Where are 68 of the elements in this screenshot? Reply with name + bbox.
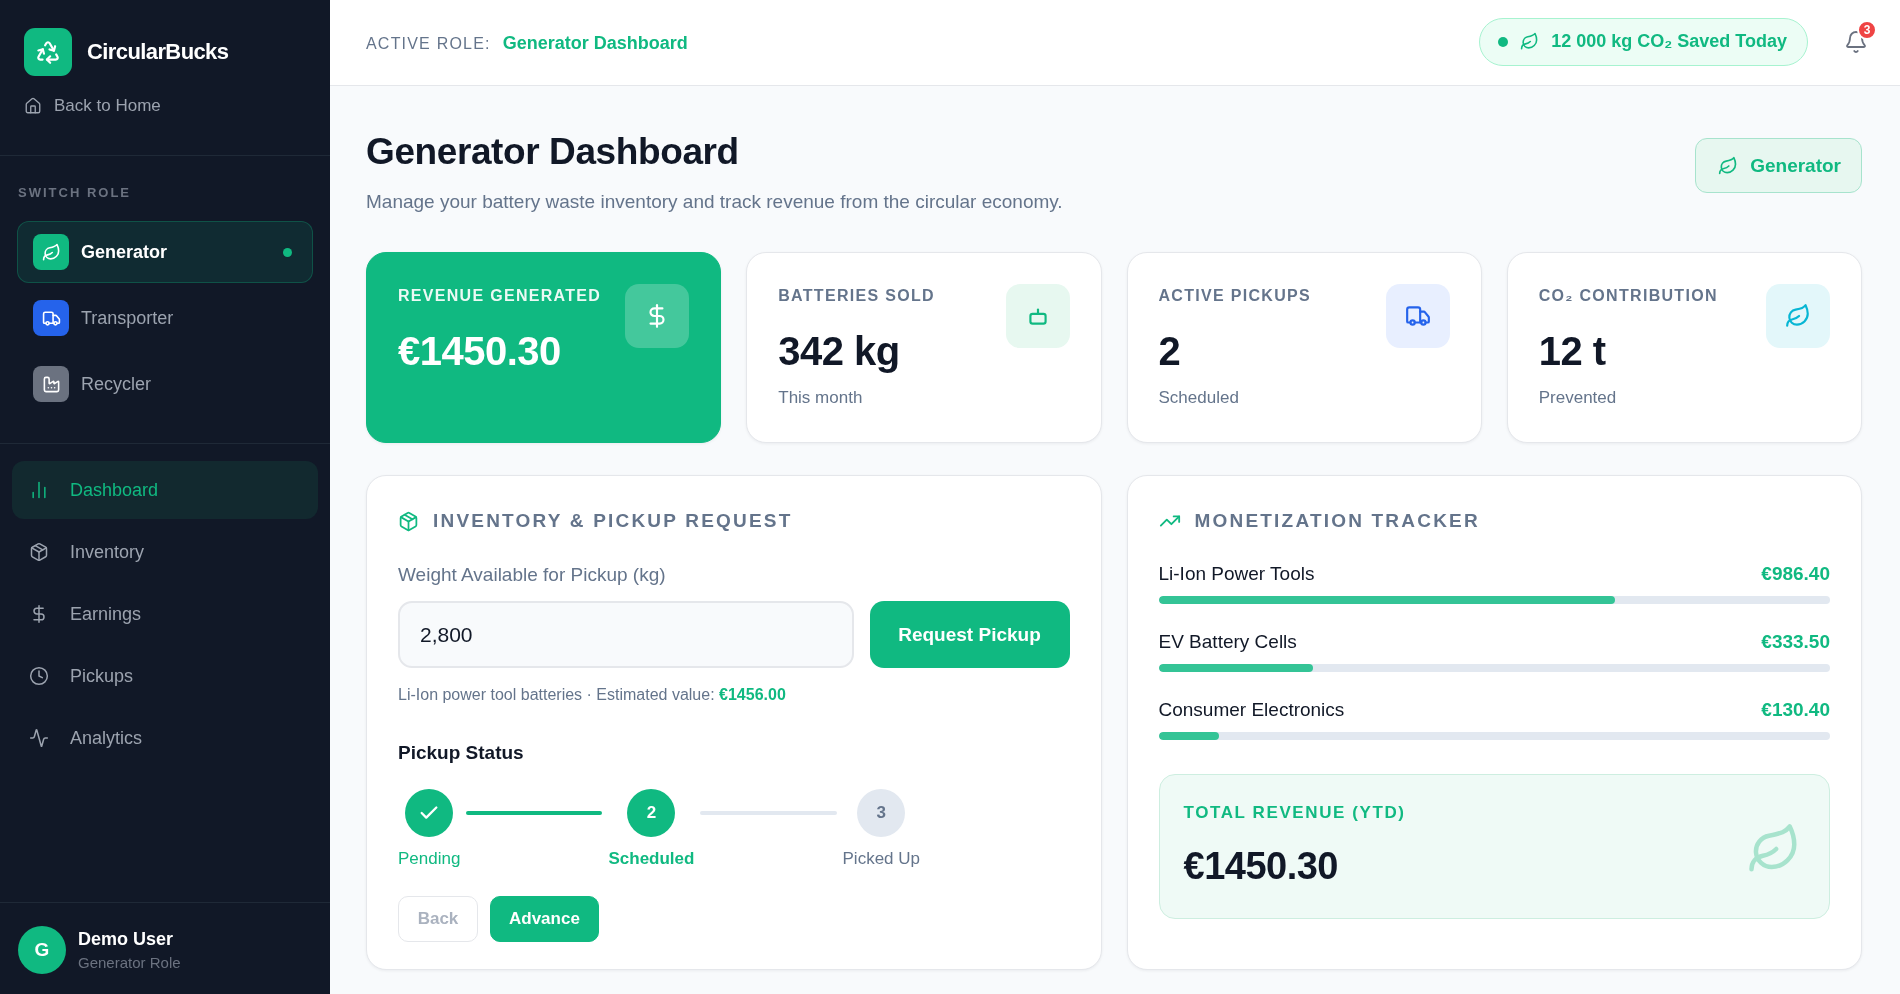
leaf-icon xyxy=(1520,32,1540,51)
nav-item[interactable]: Inventory xyxy=(12,523,318,581)
bar-chart-icon xyxy=(29,480,49,500)
stat-note: This month xyxy=(778,388,864,408)
step-label: Pending xyxy=(398,849,461,869)
page-title: Generator Dashboard xyxy=(366,130,740,174)
stat-label: CO₂ CONTRIBUTION xyxy=(1538,286,1718,305)
factory-icon xyxy=(33,366,69,402)
nav-item[interactable]: Dashboard xyxy=(12,461,318,519)
category-value: €333.50 xyxy=(1761,631,1830,653)
nav-item[interactable]: Pickups xyxy=(12,647,318,705)
user-avatar: G xyxy=(18,926,66,974)
role-item[interactable]: Generator xyxy=(17,221,313,283)
category-value: €130.40 xyxy=(1761,699,1830,721)
category-label: Consumer Electronics xyxy=(1158,699,1345,721)
category-label: EV Battery Cells xyxy=(1158,631,1297,653)
stat-value: €1450.30 xyxy=(398,328,562,375)
pulse-line-icon xyxy=(29,728,49,748)
category-label: Li-Ion Power Tools xyxy=(1158,563,1315,585)
section-heading: SWITCH ROLE xyxy=(18,185,132,201)
home-icon xyxy=(24,97,42,115)
total-value: €1450.30 xyxy=(1183,844,1339,889)
stat-note: Scheduled xyxy=(1158,388,1240,408)
box-icon xyxy=(398,510,419,532)
active-dot-icon xyxy=(283,247,292,257)
estimate-text: Li-Ion power tool batteries · Estimated value: €1456.00 xyxy=(398,685,787,704)
category-value: €986.40 xyxy=(1761,563,1830,585)
stat-note: Prevented xyxy=(1538,388,1618,408)
user-role: Generator Role xyxy=(78,954,181,971)
truck-icon xyxy=(33,300,69,336)
box-icon xyxy=(29,542,49,562)
back-to-home-link[interactable]: Back to Home xyxy=(24,96,161,116)
nav-item[interactable]: Earnings xyxy=(12,585,318,643)
stat-label: ACTIVE PICKUPS xyxy=(1158,286,1311,305)
leaf-icon xyxy=(1766,284,1830,348)
section-title: Pickup Status xyxy=(398,742,525,764)
page-subtitle: Manage your battery waste inventory and track revenue from the circular economy. xyxy=(366,191,1063,213)
clock-icon xyxy=(29,666,49,686)
dollar-icon xyxy=(625,284,690,348)
field-label: Weight Available for Pickup (kg) xyxy=(398,564,667,586)
role-item[interactable]: Transporter xyxy=(17,287,313,349)
recycle-icon xyxy=(24,28,72,76)
leaf-icon xyxy=(33,234,69,270)
user-name: Demo User xyxy=(78,929,175,950)
status-dot-icon xyxy=(1498,36,1509,47)
notification-count: 3 xyxy=(1857,19,1877,40)
panel-title: INVENTORY & PICKUP REQUEST xyxy=(433,510,793,532)
stat-value: 342 kg xyxy=(778,328,901,375)
leaf-icon xyxy=(1718,155,1739,176)
co2-saved-text: 12 000 kg CO₂ Saved Today xyxy=(1551,31,1787,52)
brand-name: CircularBucks xyxy=(87,39,229,65)
step-number: 2 xyxy=(627,789,676,837)
stat-value: 2 xyxy=(1158,328,1182,375)
active-role-text: Generator Dashboard xyxy=(502,33,688,54)
step-label: Scheduled xyxy=(608,849,695,869)
panel-title: MONETIZATION TRACKER xyxy=(1194,510,1480,532)
active-role-label: ACTIVE ROLE: xyxy=(366,34,491,53)
stat-label: BATTERIES SOLD xyxy=(778,286,935,305)
step-number: 3 xyxy=(857,789,906,837)
battery-icon xyxy=(1005,284,1070,348)
truck-icon xyxy=(1385,284,1450,348)
stat-value: 12 t xyxy=(1538,328,1607,375)
step-label: Picked Up xyxy=(842,849,920,869)
stat-label: REVENUE GENERATED xyxy=(398,286,602,305)
nav-item[interactable]: Analytics xyxy=(12,709,318,767)
role-item[interactable]: Recycler xyxy=(17,353,313,415)
weight-input[interactable]: 2,800 xyxy=(398,601,854,668)
total-label: TOTAL REVENUE (YTD) xyxy=(1183,803,1406,823)
